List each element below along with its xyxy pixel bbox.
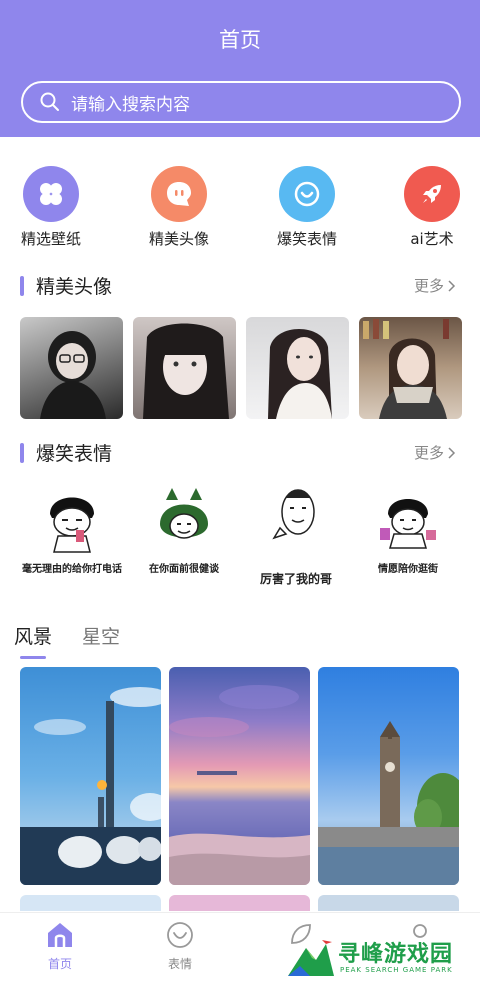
more-label: 更多 bbox=[413, 277, 444, 295]
category-ai-art[interactable]: ai艺术 bbox=[382, 166, 480, 249]
wallpaper-thumbnail[interactable] bbox=[20, 667, 161, 885]
top-header: 首页 请输入搜索内容 bbox=[0, 0, 480, 137]
section-accent-bar bbox=[20, 276, 24, 296]
category-memes[interactable]: 爆笑表情 bbox=[257, 166, 357, 249]
wallpaper-tabs: 风景 星空 bbox=[0, 622, 480, 662]
avatar-thumbnail[interactable] bbox=[246, 317, 349, 419]
avatar-thumbnail[interactable] bbox=[359, 317, 462, 419]
wallpaper-thumbnail[interactable] bbox=[318, 895, 459, 911]
wallpaper-grid bbox=[20, 667, 460, 911]
search-icon bbox=[40, 92, 59, 111]
category-label: 精选壁纸 bbox=[20, 230, 81, 248]
chat-face-icon bbox=[151, 166, 207, 222]
section-title: 精美头像 bbox=[36, 276, 113, 298]
mountain-logo-icon bbox=[288, 940, 334, 976]
meme-caption: 情愿陪你逛街 bbox=[378, 564, 438, 575]
meme-caption: 毫无理由的给你打电话 bbox=[22, 564, 122, 575]
category-label: 精美头像 bbox=[148, 230, 209, 248]
section-accent-bar bbox=[20, 443, 24, 463]
category-wallpaper[interactable]: 精选壁纸 bbox=[1, 166, 101, 249]
chevron-right-icon bbox=[448, 446, 456, 459]
avatar-thumbnail[interactable] bbox=[20, 317, 123, 419]
more-link[interactable]: 更多 bbox=[414, 442, 456, 463]
nav-label: 首页 bbox=[47, 957, 72, 971]
avatar-thumbnail[interactable] bbox=[133, 317, 236, 419]
category-avatar[interactable]: 精美头像 bbox=[129, 166, 229, 249]
nav-home[interactable]: 首页 bbox=[20, 921, 100, 972]
wallpaper-thumbnail[interactable] bbox=[318, 667, 459, 885]
rocket-icon bbox=[404, 166, 460, 222]
tab-landscape[interactable]: 风景 bbox=[14, 622, 52, 649]
meme-face-icon bbox=[380, 499, 436, 549]
clover-icon bbox=[23, 166, 79, 222]
category-label: 爆笑表情 bbox=[276, 230, 337, 248]
wallpaper-thumbnail[interactable] bbox=[169, 667, 310, 885]
tab-starry-sky[interactable]: 星空 bbox=[82, 622, 120, 649]
chevron-right-icon bbox=[448, 279, 456, 292]
nav-label: 表情 bbox=[167, 957, 192, 971]
meme-face-icon bbox=[160, 488, 208, 539]
more-label: 更多 bbox=[413, 444, 444, 462]
section-title: 爆笑表情 bbox=[36, 443, 113, 465]
wallpaper-thumbnail[interactable] bbox=[169, 895, 310, 911]
meme-card[interactable]: 在你面前很健谈 bbox=[126, 484, 242, 575]
smile-icon bbox=[279, 166, 335, 222]
wallpaper-thumbnail[interactable] bbox=[20, 895, 161, 911]
meme-row: 毫无理由的给你打电话 在你面前很健谈 厉害了我的哥 情愿陪你逛街 bbox=[0, 484, 480, 587]
search-input[interactable]: 请输入搜索内容 bbox=[21, 81, 461, 123]
search-placeholder: 请输入搜索内容 bbox=[71, 94, 190, 115]
section-header-memes: 爆笑表情 更多 bbox=[0, 439, 480, 469]
category-label: ai艺术 bbox=[410, 230, 454, 248]
avatar-row bbox=[20, 317, 462, 419]
watermark-logo: 寻峰游戏园 PEAK SEARCH GAME PARK bbox=[286, 936, 476, 980]
watermark-subtitle: PEAK SEARCH GAME PARK bbox=[340, 966, 453, 974]
meme-face-icon bbox=[272, 489, 315, 540]
category-row: 精选壁纸 精美头像 爆笑表情 ai艺术 bbox=[0, 166, 480, 251]
section-header-avatars: 精美头像 更多 bbox=[0, 272, 480, 302]
meme-face-icon bbox=[50, 497, 94, 553]
meme-caption: 在你面前很健谈 bbox=[149, 564, 219, 575]
watermark-title: 寻峰游戏园 bbox=[338, 942, 454, 967]
more-link[interactable]: 更多 bbox=[414, 275, 456, 296]
meme-card[interactable]: 毫无理由的给你打电话 bbox=[14, 484, 130, 575]
home-icon bbox=[48, 923, 72, 947]
page-title: 首页 bbox=[219, 28, 261, 52]
meme-caption: 厉害了我的哥 bbox=[259, 572, 332, 586]
meme-card[interactable]: 厉害了我的哥 bbox=[238, 484, 354, 587]
smile-icon bbox=[167, 922, 193, 948]
nav-memes[interactable]: 表情 bbox=[140, 921, 220, 972]
home-screen: 首页 请输入搜索内容 精选壁纸 精美头像 爆笑表情 ai艺术 精美头像 更多 爆… bbox=[0, 0, 480, 985]
meme-card[interactable]: 情愿陪你逛街 bbox=[350, 484, 466, 575]
active-tab-indicator bbox=[20, 656, 46, 659]
